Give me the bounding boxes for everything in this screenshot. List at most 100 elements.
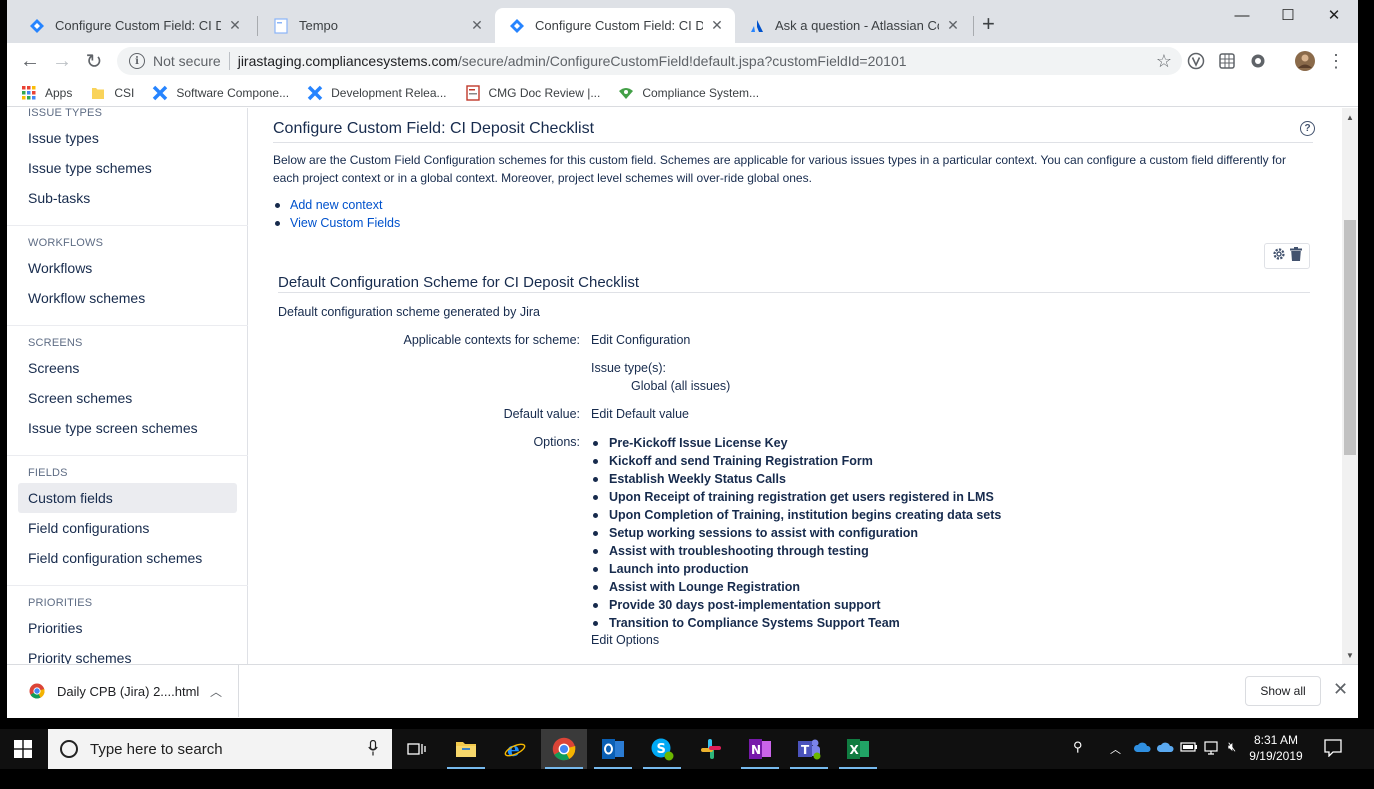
bookmark-software-components[interactable]: Software Compone...	[152, 85, 289, 101]
chrome-taskbar-icon[interactable]	[541, 729, 587, 769]
sidebar-item-screen-schemes[interactable]: Screen schemes	[18, 383, 237, 413]
reload-icon[interactable]: ↻	[82, 49, 106, 73]
outlook-icon[interactable]	[590, 729, 636, 769]
battery-icon[interactable]	[1180, 741, 1198, 756]
sidebar-item-custom-fields[interactable]: Custom fields	[18, 483, 237, 513]
sidebar-item-workflow-schemes[interactable]: Workflow schemes	[18, 283, 237, 313]
vimium-extension-icon[interactable]	[1187, 52, 1205, 70]
show-all-button[interactable]: Show all	[1245, 676, 1321, 706]
bookmark-apps[interactable]: Apps	[21, 85, 72, 101]
bullet	[593, 458, 598, 464]
help-icon[interactable]: ?	[1300, 121, 1315, 136]
trash-icon[interactable]	[1290, 246, 1302, 266]
scroll-up-icon[interactable]: ▲	[1342, 110, 1358, 124]
profile-avatar[interactable]	[1294, 50, 1316, 72]
new-tab-button[interactable]: +	[982, 12, 995, 36]
download-item[interactable]: Daily CPB (Jira) 2....html ︿	[7, 665, 239, 717]
bookmark-star-icon[interactable]: ☆	[1156, 51, 1172, 72]
forward-icon[interactable]: →	[50, 49, 74, 73]
address-bar[interactable]: i Not secure jirastaging.compliancesyste…	[117, 47, 1182, 75]
info-icon[interactable]: i	[129, 53, 145, 69]
skype-icon[interactable]: S	[639, 729, 685, 769]
sidebar-item-issue-types[interactable]: Issue types	[18, 123, 237, 153]
task-view-icon[interactable]	[394, 729, 440, 769]
jira-icon	[152, 85, 168, 101]
file-explorer-icon[interactable]	[443, 729, 489, 769]
sidebar-item-screens[interactable]: Screens	[18, 353, 237, 383]
bookmark-csi[interactable]: CSI	[90, 85, 134, 101]
edit-configuration-link[interactable]: Edit Configuration	[591, 333, 690, 347]
extension-grid-icon[interactable]	[1218, 52, 1236, 70]
taskbar-search-box[interactable]: Type here to search	[48, 729, 392, 769]
issue-types-label: Issue type(s):	[591, 361, 667, 375]
bookmark-development-releases[interactable]: Development Relea...	[307, 85, 447, 101]
network-icon[interactable]	[1204, 741, 1222, 758]
onedrive-business-icon[interactable]	[1156, 741, 1174, 756]
volume-muted-icon[interactable]: 🔇︎	[1228, 739, 1236, 755]
close-tab-icon[interactable]: ✕	[709, 17, 725, 34]
microphone-icon[interactable]	[368, 739, 378, 759]
tab-configure-custom-field-active[interactable]: Configure Custom Field: CI Deposit Check…	[495, 8, 735, 43]
bookmarks-bar: Apps CSI Software Compone... Development…	[7, 79, 1358, 107]
internet-explorer-icon[interactable]: e	[492, 729, 538, 769]
list-item: Assist with Lounge Registration	[591, 578, 1001, 596]
maximize-icon[interactable]: ☐	[1265, 4, 1311, 26]
bullet	[593, 602, 598, 608]
system-clock[interactable]: 8:31 AM 9/19/2019	[1248, 732, 1304, 764]
address-divider	[228, 52, 230, 70]
tab-configure-custom-field-1[interactable]: Configure Custom Field: CI Deposit Check…	[15, 8, 253, 43]
action-center-icon[interactable]	[1324, 739, 1342, 760]
sidebar-item-workflows[interactable]: Workflows	[18, 253, 237, 283]
list-item: Assist with troubleshooting through test…	[591, 542, 1001, 560]
close-shelf-icon[interactable]: ✕	[1333, 679, 1348, 700]
excel-icon[interactable]: X	[835, 729, 881, 769]
bullet	[593, 620, 598, 626]
sidebar-item-field-configurations[interactable]: Field configurations	[18, 513, 237, 543]
gear-icon[interactable]	[1272, 247, 1286, 266]
sidebar-item-issue-type-screen-schemes[interactable]: Issue type screen schemes	[18, 413, 237, 443]
teams-icon[interactable]: T	[786, 729, 832, 769]
sidebar-item-sub-tasks[interactable]: Sub-tasks	[18, 183, 237, 213]
scroll-down-icon[interactable]: ▼	[1342, 648, 1358, 662]
close-window-icon[interactable]: ✕	[1311, 4, 1357, 26]
slack-icon[interactable]	[688, 729, 734, 769]
browser-menu-icon[interactable]: ⋮	[1327, 51, 1345, 71]
chevron-up-icon[interactable]: ︿	[210, 683, 222, 700]
list-item: Establish Weekly Status Calls	[591, 470, 1001, 488]
view-custom-fields-link[interactable]: View Custom Fields	[290, 216, 400, 230]
windows-start-icon[interactable]	[14, 740, 32, 763]
people-icon[interactable]: ⚲	[1073, 739, 1083, 755]
sidebar-item-priority-schemes[interactable]: Priority schemes	[18, 643, 237, 664]
bullet	[593, 512, 598, 518]
edit-default-value-link[interactable]: Edit Default value	[591, 407, 689, 421]
page-description: Below are the Custom Field Configuration…	[273, 153, 1286, 185]
bookmark-compliance-systems[interactable]: Compliance System...	[618, 85, 759, 101]
tab-separator	[257, 16, 258, 36]
tab-tempo[interactable]: Tempo ✕	[259, 8, 495, 43]
close-tab-icon[interactable]: ✕	[945, 17, 961, 34]
back-icon[interactable]: ←	[18, 49, 42, 73]
option-text: Assist with Lounge Registration	[609, 580, 800, 594]
page-scrollbar[interactable]: ▲ ▼	[1342, 108, 1358, 664]
close-tab-icon[interactable]: ✕	[469, 17, 485, 34]
close-tab-icon[interactable]: ✕	[227, 17, 243, 34]
svg-text:N: N	[751, 743, 761, 757]
url-domain[interactable]: jirastaging.compliancesystems.com	[238, 53, 458, 69]
sidebar-item-issue-type-schemes[interactable]: Issue type schemes	[18, 153, 237, 183]
sidebar-item-priorities[interactable]: Priorities	[18, 613, 237, 643]
bookmark-cmg-doc-review[interactable]: CMG Doc Review |...	[465, 84, 600, 101]
tab-atlassian-community[interactable]: Ask a question - Atlassian Community ✕	[735, 8, 971, 43]
minimize-icon[interactable]: —	[1219, 4, 1265, 26]
scrollbar-thumb[interactable]	[1344, 220, 1356, 455]
extension-circle-icon[interactable]	[1249, 52, 1267, 70]
sidebar-item-field-configuration-schemes[interactable]: Field configuration schemes	[18, 543, 237, 573]
show-hidden-icons-chevron-icon[interactable]: ︿	[1110, 741, 1121, 757]
onedrive-icon[interactable]	[1133, 741, 1151, 756]
onenote-icon[interactable]: N	[737, 729, 783, 769]
add-new-context-link[interactable]: Add new context	[290, 198, 382, 212]
page-title: Configure Custom Field: CI Deposit Check…	[273, 120, 595, 137]
security-label[interactable]: Not secure	[153, 53, 221, 69]
edit-options-link[interactable]: Edit Options	[591, 633, 659, 647]
url-path[interactable]: /secure/admin/ConfigureCustomField!defau…	[458, 53, 907, 69]
sidebar-divider	[7, 455, 248, 456]
